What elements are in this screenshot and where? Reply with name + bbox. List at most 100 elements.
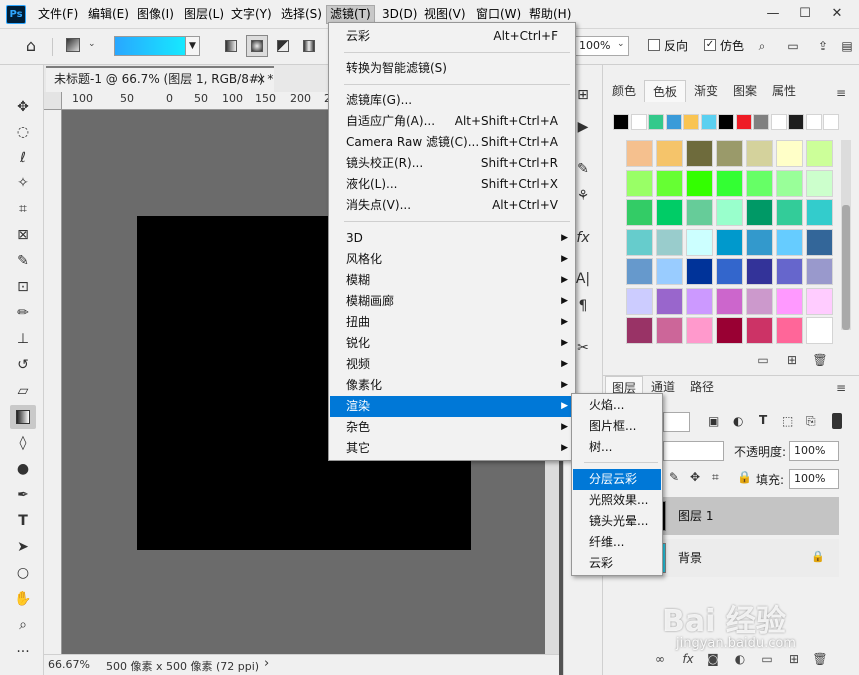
clone-stamp-tool-icon[interactable]: ⊥ — [10, 327, 36, 351]
recent-swatch[interactable] — [770, 114, 787, 130]
color-swatch[interactable] — [746, 169, 773, 197]
recent-swatch[interactable] — [788, 114, 804, 130]
filter-type-icon[interactable]: T — [759, 413, 767, 427]
hand-tool-icon[interactable]: ✋ — [10, 587, 36, 611]
brush-tool-icon[interactable]: ✏ — [10, 301, 36, 325]
filter-menu-item[interactable]: 视频 ▶ — [330, 354, 574, 375]
color-swatch[interactable] — [626, 140, 653, 167]
recent-swatch[interactable] — [735, 114, 752, 130]
close-icon[interactable]: × — [256, 68, 266, 90]
tab-patterns[interactable]: 图案 — [726, 80, 764, 102]
color-swatch[interactable] — [776, 199, 803, 226]
menu-file[interactable]: 文件(F) — [35, 5, 81, 24]
lasso-tool-icon[interactable]: ℓ — [10, 146, 36, 170]
filter-menu-item[interactable]: 云彩 Alt+Ctrl+F — [330, 26, 574, 47]
recent-swatch[interactable] — [683, 114, 699, 130]
recent-swatch[interactable] — [613, 114, 629, 130]
recent-swatch[interactable] — [718, 114, 734, 130]
menu-edit[interactable]: 编辑(E) — [85, 5, 132, 24]
history-brush-tool-icon[interactable]: ↺ — [10, 353, 36, 377]
recent-swatch[interactable] — [823, 114, 839, 130]
layer-opacity-input[interactable]: 100% — [789, 441, 839, 461]
link-layers-icon[interactable]: ∞ — [651, 650, 669, 668]
filter-menu-item[interactable]: 模糊 ▶ — [330, 270, 574, 291]
home-icon[interactable]: ⌂ — [22, 37, 40, 55]
color-swatch[interactable] — [626, 317, 653, 344]
type-tool-icon[interactable]: T — [10, 509, 36, 533]
blend-mode-select[interactable] — [663, 441, 724, 461]
render-submenu-item[interactable]: 光照效果... — [573, 490, 661, 511]
artboard-lock-icon[interactable]: ⌗ — [712, 470, 719, 485]
new-layer-icon[interactable]: ⊞ — [785, 650, 803, 668]
lock-position-icon[interactable]: ✥ — [690, 470, 700, 484]
search-icon[interactable]: ⌕ — [753, 37, 771, 55]
tab-paths[interactable]: 路径 — [683, 376, 721, 398]
color-swatch[interactable] — [656, 258, 683, 285]
color-swatch[interactable] — [746, 228, 773, 256]
color-swatch[interactable] — [686, 258, 713, 285]
color-swatch[interactable] — [716, 140, 743, 167]
filter-menu-item[interactable]: 滤镜库(G)... — [330, 90, 574, 111]
add-mask-icon[interactable]: ◙ — [704, 650, 722, 668]
group-folder-icon[interactable]: ▭ — [758, 650, 776, 668]
layer-filter-select[interactable] — [663, 412, 690, 432]
path-selection-tool-icon[interactable]: ➤ — [10, 535, 36, 559]
blur-tool-icon[interactable]: ◊ — [10, 431, 36, 455]
color-swatch[interactable] — [776, 287, 803, 315]
filter-menu-item[interactable]: 杂色 ▶ — [330, 417, 574, 438]
menu-image[interactable]: 图像(I) — [134, 5, 177, 24]
trash-icon[interactable]: 🗑 — [811, 351, 829, 369]
zoom-tool-icon[interactable]: ⌕ — [10, 613, 36, 637]
reflected-gradient-button[interactable] — [298, 35, 320, 57]
close-window-button[interactable]: ✕ — [824, 0, 850, 28]
color-swatch[interactable] — [806, 199, 833, 226]
color-swatch[interactable] — [686, 199, 713, 226]
color-swatch[interactable] — [746, 140, 773, 167]
render-submenu-item[interactable]: 火焰... — [573, 395, 661, 416]
color-swatch[interactable] — [626, 287, 653, 315]
panel-menu-icon[interactable]: ≡ — [836, 86, 846, 100]
filter-menu-item[interactable]: 渲染 ▶ — [330, 396, 574, 417]
magic-wand-tool-icon[interactable]: ✧ — [10, 171, 36, 195]
recent-swatch[interactable] — [753, 114, 769, 130]
recent-swatch[interactable] — [665, 114, 682, 130]
workspace-icon[interactable]: ▭ — [784, 37, 802, 55]
filter-adjustment-icon[interactable]: ◐ — [733, 414, 743, 428]
chevron-down-icon[interactable]: ⌄ — [617, 39, 625, 49]
color-swatch[interactable] — [806, 258, 833, 285]
color-swatch[interactable] — [806, 169, 833, 197]
filter-menu-item[interactable]: 镜头校正(R)... Shift+Ctrl+R — [330, 153, 574, 174]
linear-gradient-button[interactable] — [220, 35, 242, 57]
color-swatch[interactable] — [686, 140, 713, 167]
color-swatch[interactable] — [776, 258, 803, 285]
filter-smart-object-icon[interactable]: ⎘ — [806, 414, 816, 429]
recent-swatch[interactable] — [630, 114, 647, 130]
recent-swatch[interactable] — [648, 114, 664, 130]
color-swatch[interactable] — [776, 317, 803, 344]
color-swatch[interactable] — [626, 199, 653, 226]
render-submenu-item[interactable]: 分层云彩 — [573, 469, 661, 490]
color-swatch[interactable] — [806, 317, 833, 344]
filter-menu-item[interactable]: 扭曲 ▶ — [330, 312, 574, 333]
color-swatch[interactable] — [806, 140, 833, 167]
dodge-tool-icon[interactable]: ● — [10, 457, 36, 481]
filter-menu-item[interactable]: 其它 ▶ — [330, 438, 574, 459]
color-swatch[interactable] — [656, 228, 683, 256]
render-submenu-item[interactable]: 树... — [573, 437, 661, 458]
document-tab[interactable]: 未标题-1 @ 66.7% (图层 1, RGB/8#) * × — [46, 66, 274, 92]
radial-gradient-button[interactable] — [246, 35, 268, 57]
filter-pixel-icon[interactable]: ▣ — [708, 414, 719, 428]
tab-properties[interactable]: 属性 — [765, 80, 803, 102]
color-swatch[interactable] — [716, 169, 743, 197]
panel-toggle-icon[interactable]: ▤ — [838, 37, 856, 55]
filter-menu-item[interactable]: 像素化 ▶ — [330, 375, 574, 396]
color-swatch[interactable] — [746, 317, 773, 344]
trash-icon[interactable]: 🗑 — [811, 650, 829, 668]
gradient-picker-swatch[interactable] — [114, 36, 186, 56]
color-swatch[interactable] — [656, 169, 683, 197]
more-tools-icon[interactable]: ··· — [10, 640, 36, 664]
color-swatch[interactable] — [716, 258, 743, 285]
recent-swatch[interactable] — [805, 114, 822, 130]
color-swatch[interactable] — [656, 287, 683, 315]
panel-menu-icon[interactable]: ≡ — [836, 381, 846, 395]
